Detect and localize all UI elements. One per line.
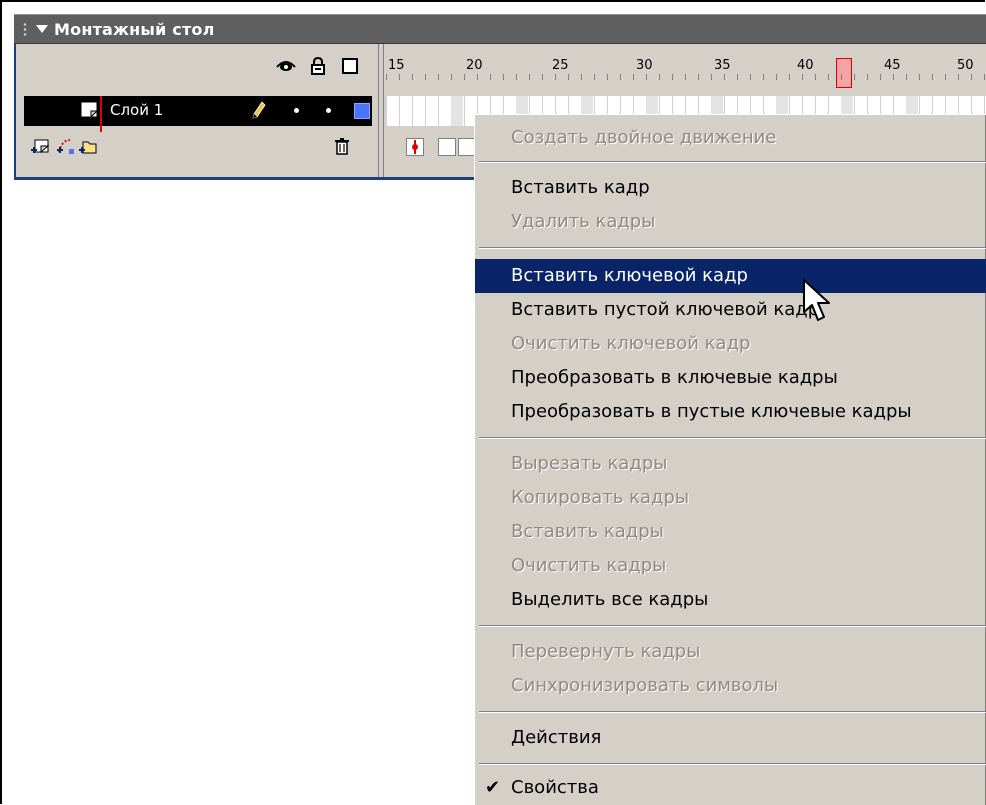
layer-page-icon	[80, 101, 99, 119]
pencil-icon[interactable]	[252, 101, 266, 119]
menu-separator	[479, 711, 986, 713]
center-frame-icon[interactable]	[406, 138, 424, 156]
trash-icon[interactable]	[332, 136, 352, 156]
layer-tools	[16, 132, 376, 162]
layer-column: Слой 1	[16, 44, 376, 177]
ruler-label: 20	[466, 58, 483, 73]
ruler-label: 25	[552, 58, 569, 73]
ruler-ticks	[386, 74, 986, 88]
menu-item-clear-keyframe[interactable]: Очистить ключевой кадр	[475, 327, 986, 361]
menu-item-select-all-frames[interactable]: Выделить все кадры	[475, 583, 986, 617]
layer-color-square[interactable]	[354, 103, 370, 119]
menu-item-properties-label: Свойства	[511, 777, 599, 798]
collapse-arrow-icon[interactable]	[36, 25, 48, 33]
menu-item-insert-frame[interactable]: Вставить кадр	[475, 171, 986, 205]
add-layer-icon[interactable]	[30, 136, 50, 156]
context-menu: Создать двойное движение Вставить кадр У…	[474, 114, 986, 805]
menu-item-create-motion-tween[interactable]: Создать двойное движение	[475, 121, 986, 155]
grip-icon[interactable]	[22, 22, 28, 38]
menu-item-reverse-frames[interactable]: Перевернуть кадры	[475, 635, 986, 669]
outline-icon[interactable]	[340, 56, 360, 76]
layer-row[interactable]: Слой 1	[24, 96, 372, 126]
eye-icon[interactable]	[276, 56, 296, 76]
column-divider[interactable]	[378, 44, 384, 177]
menu-separator	[479, 625, 986, 627]
menu-separator	[479, 763, 986, 765]
menu-item-remove-frames[interactable]: Удалить кадры	[475, 205, 986, 239]
onion-skin-icon[interactable]	[438, 138, 456, 156]
ruler-label: 30	[636, 58, 653, 73]
menu-item-clear-frames[interactable]: Очистить кадры	[475, 549, 986, 583]
menu-item-actions[interactable]: Действия	[475, 721, 986, 755]
ruler-label: 50	[957, 58, 974, 73]
playhead-line	[100, 96, 102, 132]
menu-item-copy-frames[interactable]: Копировать кадры	[475, 481, 986, 515]
frame-ruler[interactable]: 15 20 25 30 35 40 45 50	[386, 44, 986, 92]
menu-item-convert-to-blank-keyframes[interactable]: Преобразовать в пустые ключевые кадры	[475, 395, 986, 429]
ruler-label: 15	[388, 58, 405, 73]
add-motion-guide-icon[interactable]	[56, 136, 76, 156]
ruler-label: 35	[714, 58, 731, 73]
lock-icon[interactable]	[308, 56, 328, 76]
timeline-panel-header[interactable]: Монтажный стол	[14, 14, 986, 44]
menu-separator	[479, 247, 986, 249]
menu-separator	[479, 437, 986, 439]
mouse-pointer-icon	[803, 279, 830, 321]
layer-name: Слой 1	[110, 101, 164, 119]
ruler-label: 40	[797, 58, 814, 73]
menu-item-insert-keyframe[interactable]: Вставить ключевой кадр	[475, 259, 986, 293]
menu-item-insert-blank-keyframe[interactable]: Вставить пустой ключевой кадр	[475, 293, 986, 327]
menu-item-convert-to-keyframes[interactable]: Преобразовать в ключевые кадры	[475, 361, 986, 395]
menu-item-paste-frames[interactable]: Вставить кадры	[475, 515, 986, 549]
menu-item-cut-frames[interactable]: Вырезать кадры	[475, 447, 986, 481]
checkmark-icon: ✔	[485, 777, 501, 798]
visibility-dot[interactable]	[294, 108, 299, 113]
layer-header	[16, 44, 376, 92]
menu-item-synchronize-symbols[interactable]: Синхронизировать символы	[475, 669, 986, 703]
add-folder-icon[interactable]	[78, 136, 98, 156]
menu-item-properties[interactable]: ✔ Свойства	[475, 771, 986, 805]
lock-dot[interactable]	[326, 108, 331, 113]
panel-title: Монтажный стол	[54, 20, 215, 39]
ruler-label: 45	[884, 58, 901, 73]
menu-separator	[479, 161, 986, 163]
frame-cell[interactable]	[451, 96, 463, 126]
